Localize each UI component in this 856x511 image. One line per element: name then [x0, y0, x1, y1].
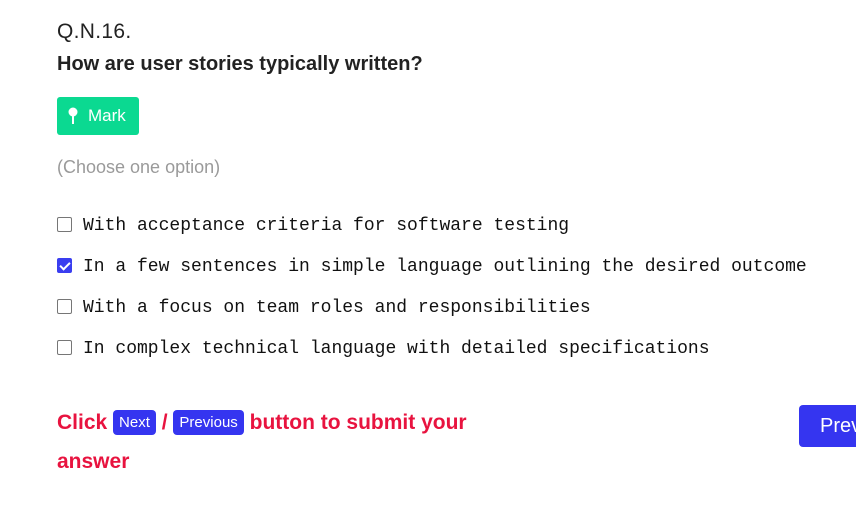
previous-button[interactable]: Previous — [799, 405, 856, 447]
checkbox-icon[interactable] — [57, 216, 72, 232]
option-label: With a focus on team roles and responsib… — [83, 298, 591, 318]
instruction-separator: / — [161, 411, 168, 434]
question-title: How are user stories typically written? — [57, 53, 423, 75]
checkbox-icon[interactable] — [57, 257, 72, 273]
mark-button-label: Mark — [88, 106, 126, 125]
option-label: With acceptance criteria for software te… — [83, 216, 570, 236]
option-2[interactable]: In a few sentences in simple language ou… — [57, 257, 807, 277]
option-1[interactable]: With acceptance criteria for software te… — [57, 216, 569, 236]
instruction-prefix: Click — [57, 411, 108, 434]
submit-instruction: Click Next / Previous button to submit y… — [57, 403, 487, 481]
checkbox-icon[interactable] — [57, 298, 72, 314]
previous-button-label: Previous — [820, 414, 856, 437]
checkbox-icon[interactable] — [57, 339, 72, 355]
question-number: Q.N.16. — [57, 20, 132, 43]
choose-hint: (Choose one option) — [57, 157, 221, 177]
mark-button[interactable]: Mark — [57, 97, 139, 135]
previous-pill: Previous — [173, 410, 244, 435]
next-pill: Next — [113, 410, 156, 435]
pin-icon — [66, 106, 80, 126]
option-4[interactable]: In complex technical language with detai… — [57, 339, 710, 359]
question-page: Q.N.16. How are user stories typically w… — [0, 0, 856, 511]
option-3[interactable]: With a focus on team roles and responsib… — [57, 298, 591, 318]
option-label: In complex technical language with detai… — [83, 339, 710, 359]
option-label: In a few sentences in simple language ou… — [83, 257, 807, 277]
